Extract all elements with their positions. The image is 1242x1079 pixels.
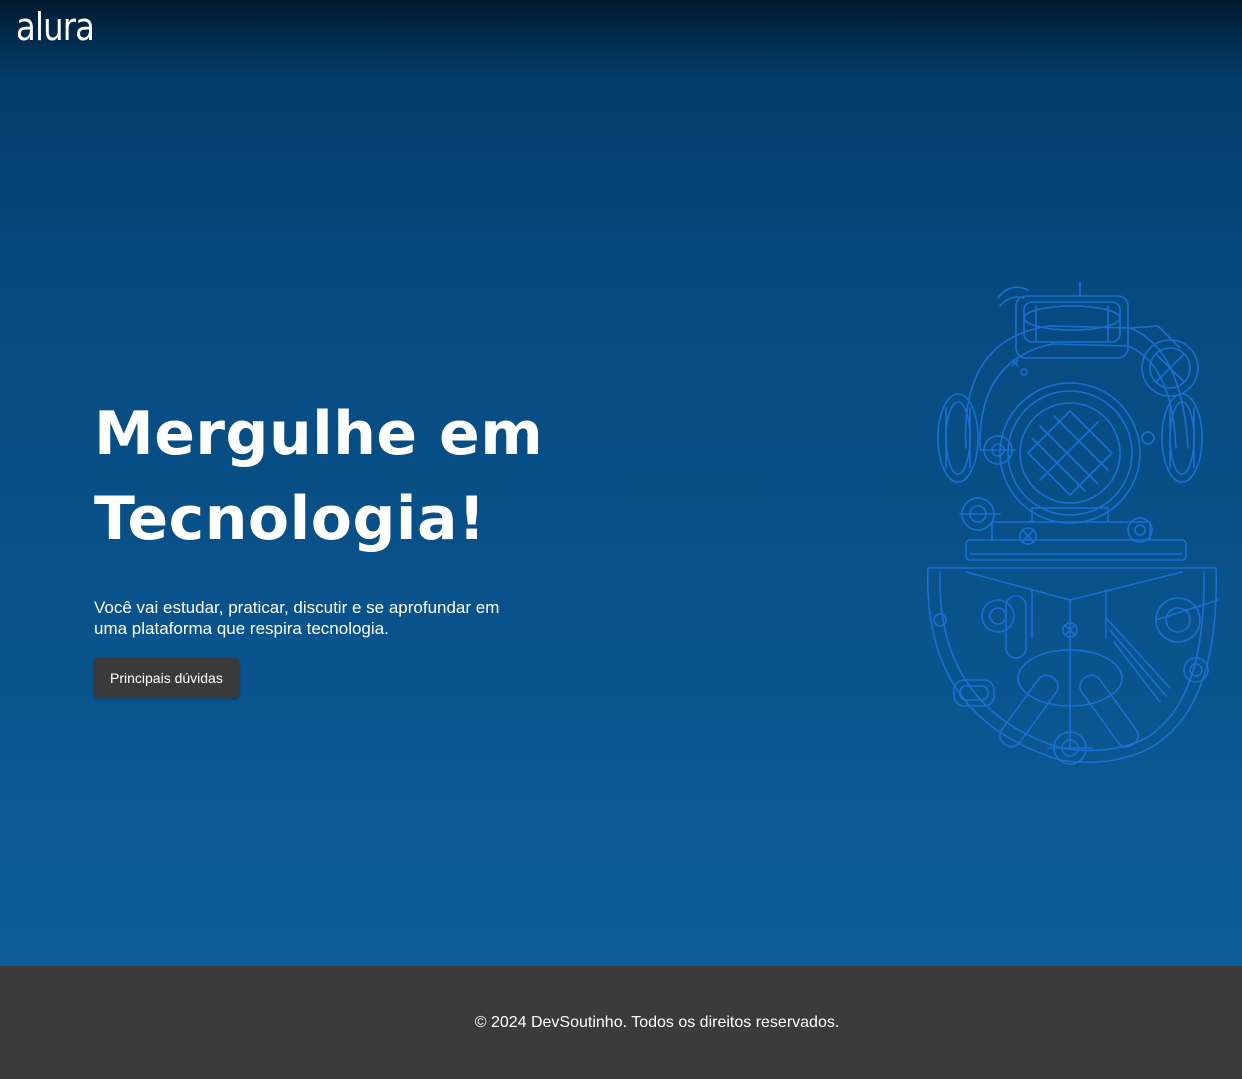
hero-section: alura Mergulhe em Tecnologia! Você vai e…	[0, 0, 1242, 966]
footer: © 2024 DevSoutinho. Todos os direitos re…	[0, 966, 1242, 1079]
faq-button[interactable]: Principais dúvidas	[94, 658, 239, 698]
hero-subtitle: Você vai estudar, praticar, discutir e s…	[94, 598, 500, 638]
headline-line-2: Tecnologia!	[94, 484, 486, 554]
headline-line-1: Mergulhe em	[94, 399, 544, 469]
copyright-text: © 2024 DevSoutinho. Todos os direitos re…	[474, 1013, 840, 1031]
hero-headline: Mergulhe em Tecnologia!	[94, 392, 654, 562]
alura-logo[interactable]: alura	[16, 8, 95, 46]
diving-helmet-icon	[926, 281, 1219, 765]
page: alura Mergulhe em Tecnologia! Você vai e…	[0, 0, 1242, 1079]
